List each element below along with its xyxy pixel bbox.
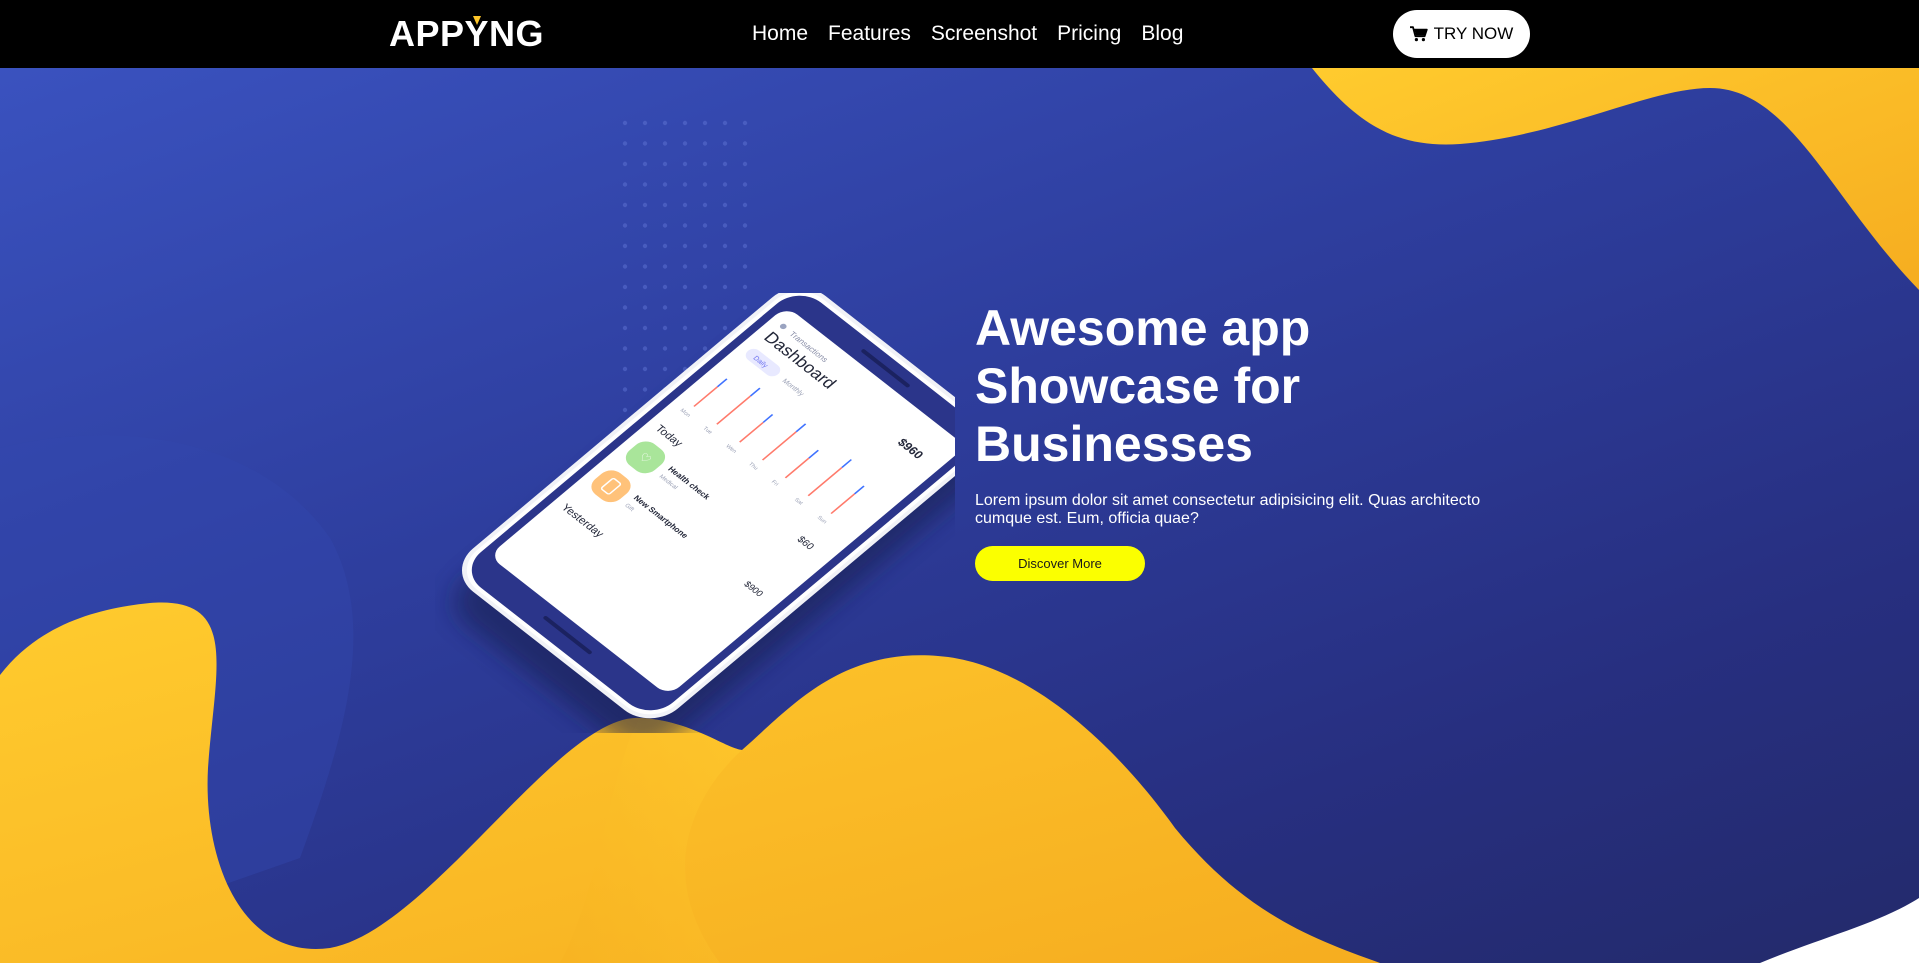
hero-section: Transactions Dashboard $960 Daily Monthl…: [0, 68, 1919, 963]
hero-description: Lorem ipsum dolor sit amet consectetur a…: [975, 492, 1481, 527]
grid-dot: [642, 264, 648, 269]
grid-dot: [702, 161, 708, 167]
try-now-label: TRY NOW: [1433, 24, 1514, 43]
grid-dot: [642, 120, 648, 126]
try-now-button[interactable]: TRY NOW: [1393, 10, 1530, 58]
logo-text-start: APP: [389, 13, 465, 54]
grid-dot: [682, 141, 688, 146]
grid-dot: [722, 182, 728, 187]
grid-dot: [722, 243, 728, 249]
grid-dot: [622, 264, 628, 269]
grid-dot: [742, 243, 748, 249]
grid-dot: [662, 243, 668, 249]
navbar: APPY NG Home Features Screenshot Pricing …: [0, 0, 1919, 68]
grid-dot: [622, 161, 628, 167]
grid-dot: [722, 202, 728, 208]
discover-more-button[interactable]: Discover More: [975, 546, 1145, 581]
grid-dot: [662, 182, 668, 187]
grid-dot: [682, 161, 688, 167]
grid-dot: [622, 284, 628, 290]
hero-title-line-3: Businesses: [975, 416, 1253, 472]
grid-dot: [702, 223, 708, 228]
bottom-right-white-edge: [1760, 898, 1919, 963]
grid-dot: [622, 182, 628, 187]
grid-dot: [642, 202, 648, 208]
grid-dot: [682, 120, 688, 126]
grid-dot: [742, 284, 748, 290]
grid-dot: [662, 202, 668, 208]
grid-dot: [642, 161, 648, 167]
grid-dot: [662, 264, 668, 269]
grid-dot: [622, 243, 628, 249]
grid-dot: [722, 223, 728, 228]
grid-dot: [702, 264, 708, 269]
grid-dot: [742, 120, 748, 126]
hero-title: Awesome app Showcase for Businesses: [975, 299, 1535, 473]
grid-dot: [682, 243, 688, 249]
grid-dot: [682, 264, 688, 269]
nav-link-features[interactable]: Features: [828, 20, 911, 48]
grid-dot: [662, 120, 668, 126]
grid-dot: [682, 182, 688, 187]
grid-dot: [642, 284, 648, 290]
grid-dot: [662, 161, 668, 167]
grid-dot: [722, 264, 728, 269]
grid-dot: [662, 223, 668, 228]
phone-mockup: Transactions Dashboard $960 Daily Monthl…: [455, 293, 955, 733]
grid-dot: [742, 223, 748, 228]
grid-dot: [742, 202, 748, 208]
grid-dot: [622, 223, 628, 228]
grid-dot: [682, 223, 688, 228]
grid-dot: [742, 161, 748, 167]
grid-dot: [642, 223, 648, 228]
grid-dot: [622, 141, 628, 146]
grid-dot: [702, 141, 708, 146]
top-right-yellow-wave: [1312, 68, 1919, 290]
logo-text-end: NG: [489, 13, 545, 54]
nav-link-blog[interactable]: Blog: [1141, 20, 1183, 48]
grid-dot: [722, 120, 728, 126]
grid-dot: [722, 161, 728, 167]
grid-dot: [742, 141, 748, 146]
grid-dot: [702, 182, 708, 187]
nav-link-pricing[interactable]: Pricing: [1057, 20, 1121, 48]
grid-dot: [702, 202, 708, 208]
hero-title-line-1: Awesome app: [975, 300, 1311, 356]
grid-dot: [702, 284, 708, 290]
cart-icon: [1409, 26, 1428, 42]
grid-dot: [722, 141, 728, 146]
hero-background-waves: [0, 68, 1919, 963]
grid-dot: [662, 284, 668, 290]
grid-dot: [622, 120, 628, 126]
grid-dot: [682, 202, 688, 208]
grid-dot: [642, 243, 648, 249]
logo-accent-letter-wrap: Y: [465, 14, 490, 54]
grid-dot: [662, 141, 668, 146]
grid-dot: [622, 202, 628, 208]
main-nav: Home Features Screenshot Pricing Blog: [752, 20, 1183, 48]
grid-dot: [642, 182, 648, 187]
nav-link-screenshot[interactable]: Screenshot: [931, 20, 1037, 48]
grid-dot: [642, 141, 648, 146]
grid-dot: [682, 284, 688, 290]
grid-dot: [722, 284, 728, 290]
grid-dot: [702, 243, 708, 249]
nav-link-home[interactable]: Home: [752, 20, 808, 48]
logo[interactable]: APPY NG: [389, 14, 544, 54]
grid-dot: [742, 264, 748, 269]
logo-accent-mark: [472, 16, 481, 25]
hero-title-line-2: Showcase for: [975, 358, 1301, 414]
grid-dot: [702, 120, 708, 126]
grid-dot: [742, 182, 748, 187]
